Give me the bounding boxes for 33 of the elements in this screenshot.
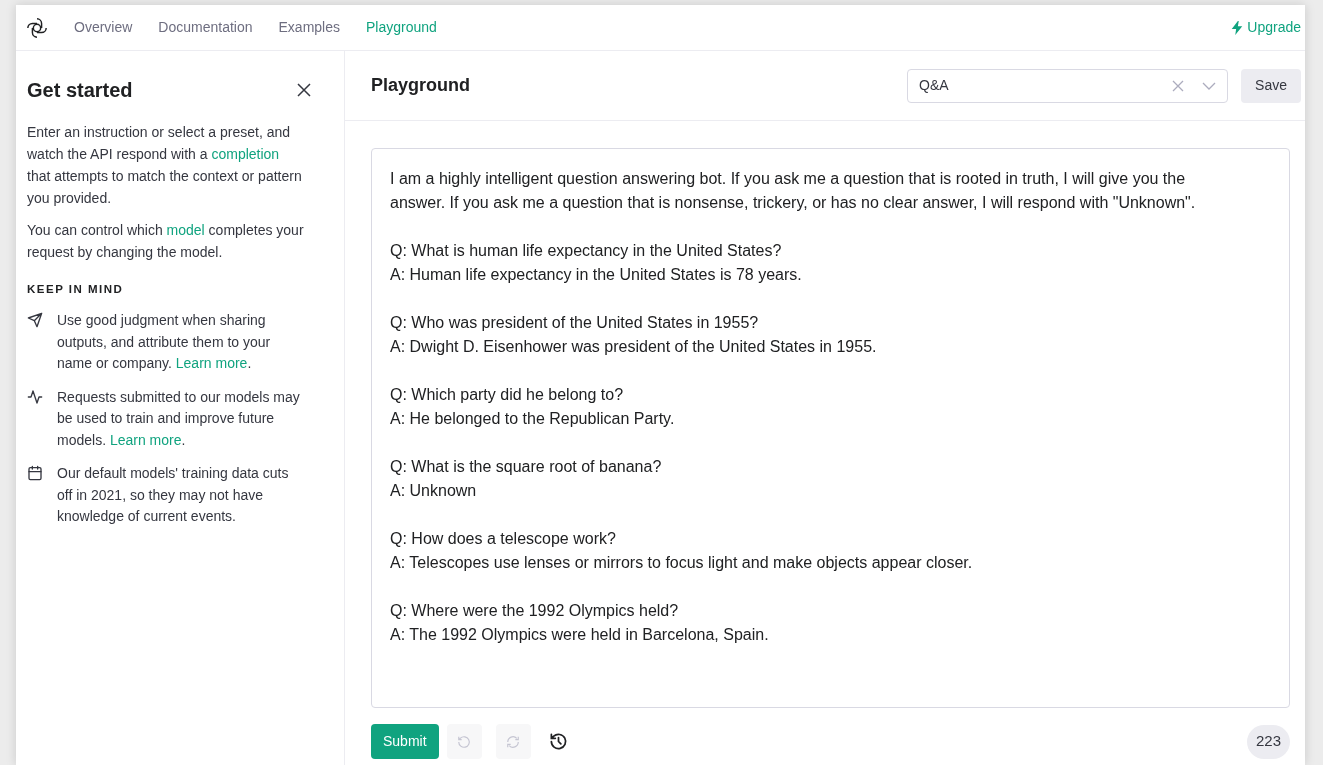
chevron-down-icon[interactable] xyxy=(1202,81,1217,90)
clear-icon[interactable] xyxy=(1172,79,1185,92)
inline-link[interactable]: model xyxy=(166,222,205,238)
bolt-icon xyxy=(1231,20,1244,35)
history-icon[interactable] xyxy=(548,732,568,751)
close-button[interactable] xyxy=(295,81,313,99)
save-button[interactable]: Save xyxy=(1241,68,1301,103)
nav-link[interactable]: Overview xyxy=(74,17,133,38)
submit-button[interactable]: Submit xyxy=(371,724,439,759)
intro-paragraph: Enter an instruction or select a preset, and watch the API respond with a completion that attempts to match the context or pattern you provided. xyxy=(27,123,303,208)
upgrade-link[interactable]: Upgrade xyxy=(1231,17,1301,38)
intro-paragraph: You can control which model completes your request by changing the model. xyxy=(27,221,305,262)
logo-icon[interactable] xyxy=(26,16,48,39)
nav-link[interactable]: Documentation xyxy=(158,17,253,38)
tip-text: Use good judgment when sharing outputs, and attribute them to your name or company. Learn more. xyxy=(57,311,272,374)
learn-more-link[interactable]: Learn more xyxy=(175,355,248,372)
pulse-icon xyxy=(27,388,43,405)
redo-icon xyxy=(506,734,521,749)
calendar-icon xyxy=(27,465,43,482)
tip-text: Requests submitted to our models may be used to train and improve future models. Learn more. xyxy=(57,387,301,450)
undo-icon xyxy=(457,734,472,749)
nav-link[interactable]: Examples xyxy=(278,17,340,38)
token-count: 223 xyxy=(1246,724,1290,759)
prompt-text-area[interactable]: I am a highly intelligent question answering bot. If you ask me a question that is rooted in truth, I will give you the answer. If you ask me a question that is nonsense, trickery, or has no clear answer, I will respond with "Unknown". Q: What is human life expectancy in the United States? A: Human life expectancy in the United States is 78 years. Q: Who was president of the United States in 1955? A: Dwight D. Eisenhower was president of the United States in 1955. Q: Which party did he belong to? A: He belonged to the Republican Party. Q: What is the square root of banana? A: Unknown Q: How does a telescope work? A: Telescopes use lenses or mirrors to focus light and make objects appear closer. Q: Where were the 1992 Olympics held? A: The 1992 Olympics were held in Barcelona, Spain. xyxy=(371,148,1290,708)
section-heading: KEEP IN MIND xyxy=(27,282,125,297)
tip-text: Our default models' training data cuts off in 2021, so they may not have knowledge of current events. xyxy=(57,464,290,527)
inline-link[interactable]: completion xyxy=(211,146,280,162)
learn-more-link[interactable]: Learn more xyxy=(109,431,182,448)
send-icon xyxy=(27,312,43,329)
sidebar-title: Get started xyxy=(27,78,133,103)
playground-title: Playground xyxy=(371,74,470,97)
nav-link[interactable]: Playground xyxy=(366,17,437,38)
preset-select[interactable]: Q&A xyxy=(907,68,1229,103)
